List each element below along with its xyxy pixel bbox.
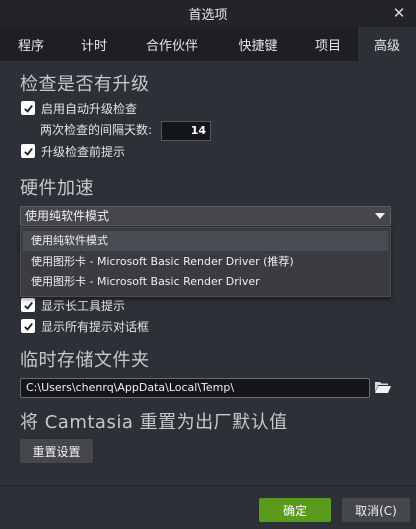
dropdown-option-software-mode[interactable]: 使用纯软件模式: [23, 231, 388, 251]
show-all-hint-dialogs-label: 显示所有提示对话框: [41, 319, 150, 334]
tab-shortcuts[interactable]: 快捷键: [218, 27, 298, 61]
footer-divider: [0, 485, 416, 486]
advanced-panel: 检查是否有升级 启用自动升级检查 两次检查的间隔天数: 14 升级检查前提示 硬…: [0, 61, 416, 481]
enable-auto-update-label: 启用自动升级检查: [41, 101, 138, 116]
enable-auto-update-row[interactable]: 启用自动升级检查: [21, 100, 137, 116]
hardware-mode-select[interactable]: 使用纯软件模式: [20, 206, 391, 226]
prompt-before-upgrade-row[interactable]: 升级检查前提示: [21, 143, 125, 159]
interval-days-input[interactable]: 14: [161, 121, 211, 141]
prompt-before-upgrade-checkbox[interactable]: [21, 144, 35, 158]
ok-button[interactable]: 确定: [259, 498, 331, 522]
temp-folder-section-title: 临时存储文件夹: [20, 350, 150, 371]
folder-open-icon[interactable]: [372, 377, 394, 397]
checkmark-icon: [23, 104, 33, 113]
cancel-button[interactable]: 取消(C): [342, 498, 410, 522]
close-icon[interactable]: ✕: [390, 4, 408, 22]
hardware-mode-selected-value: 使用纯软件模式: [25, 209, 110, 223]
prompt-before-upgrade-label: 升级检查前提示: [41, 144, 126, 159]
tab-program[interactable]: 程序: [0, 27, 62, 61]
show-long-tooltips-label: 显示长工具提示: [41, 298, 126, 313]
show-all-hint-dialogs-checkbox[interactable]: [21, 319, 35, 333]
title-bar: 首选项 ✕: [0, 0, 416, 27]
tab-partners[interactable]: 合作伙伴: [126, 27, 218, 61]
tab-project[interactable]: 项目: [298, 27, 358, 61]
tab-timing[interactable]: 计时: [62, 27, 126, 61]
show-all-hint-dialogs-row[interactable]: 显示所有提示对话框: [21, 318, 149, 334]
checkmark-icon: [23, 147, 33, 156]
enable-auto-update-checkbox[interactable]: [21, 101, 35, 115]
checkmark-icon: [23, 301, 33, 310]
hardware-mode-dropdown: 使用纯软件模式 使用图形卡 - Microsoft Basic Render D…: [20, 227, 391, 297]
show-long-tooltips-row[interactable]: 显示长工具提示: [21, 297, 125, 313]
show-long-tooltips-checkbox[interactable]: [21, 298, 35, 312]
tab-advanced[interactable]: 高级: [358, 27, 416, 61]
reset-section-title: 将 Camtasia 重置为出厂默认值: [20, 412, 288, 433]
dropdown-option-gpu-recommended[interactable]: 使用图形卡 - Microsoft Basic Render Driver (推…: [23, 252, 388, 272]
interval-days-label: 两次检查的间隔天数:: [40, 123, 153, 137]
updates-section-title: 检查是否有升级: [20, 74, 150, 95]
reset-settings-button[interactable]: 重置设置: [20, 439, 93, 463]
folder-icon: [375, 382, 391, 393]
temp-folder-path-input[interactable]: C:\Users\chenrq\AppData\Local\Temp\: [20, 378, 370, 398]
hardware-section-title: 硬件加速: [20, 178, 94, 199]
window-title: 首选项: [188, 8, 228, 23]
checkmark-icon: [23, 322, 33, 331]
chevron-down-icon[interactable]: [375, 213, 385, 219]
dropdown-option-gpu[interactable]: 使用图形卡 - Microsoft Basic Render Driver: [23, 272, 388, 292]
tab-bar: 程序 计时 合作伙伴 快捷键 项目 高级: [0, 27, 416, 61]
